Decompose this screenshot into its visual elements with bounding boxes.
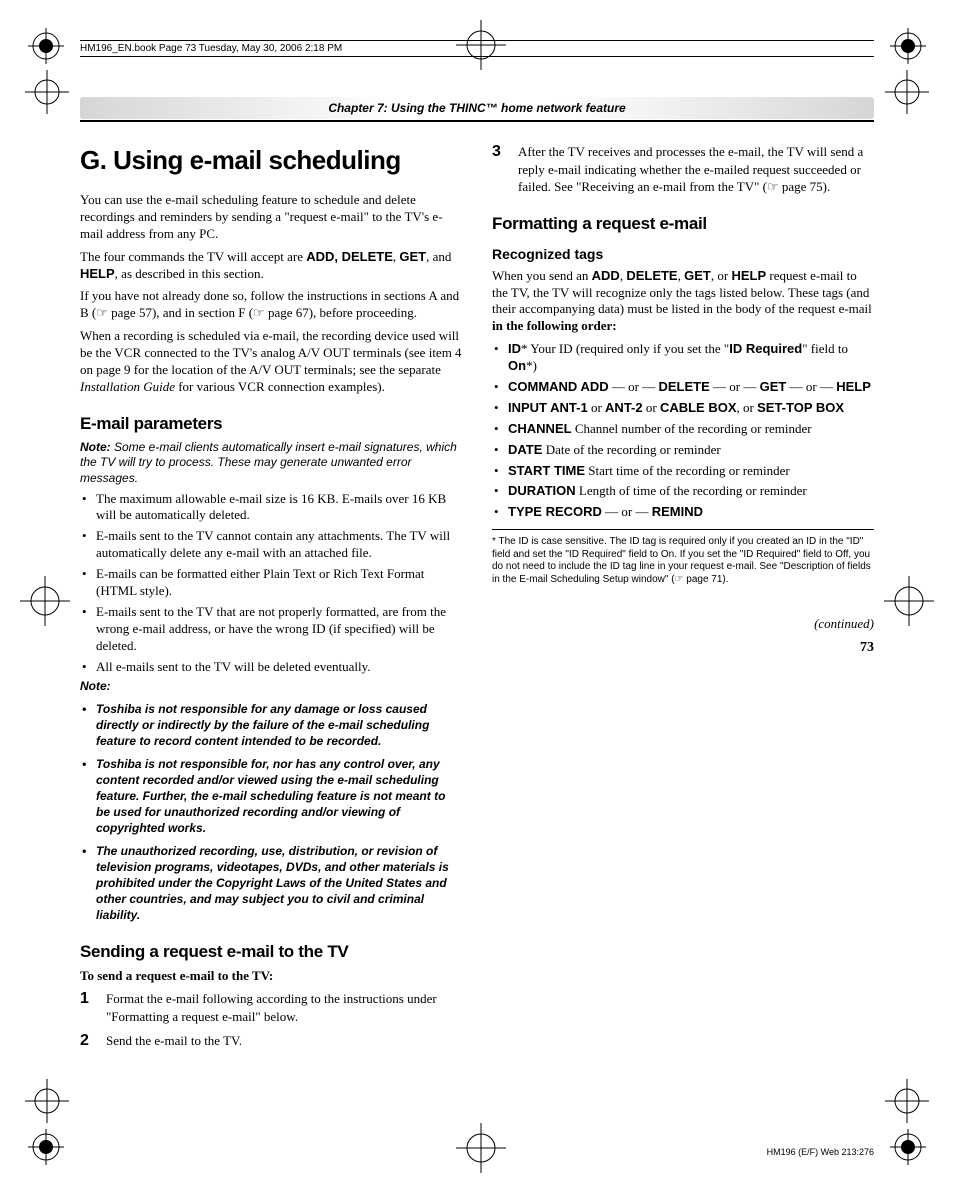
subsection-heading: E-mail parameters (80, 414, 462, 434)
note-label: Note: (80, 679, 462, 695)
step-number: 3 (492, 143, 508, 196)
list-item: COMMAND ADD — or — DELETE — or — GET — o… (492, 379, 874, 396)
crosshair-icon (885, 70, 929, 114)
list-item: ID* Your ID (required only if you set th… (492, 341, 874, 375)
step-number: 1 (80, 990, 96, 1025)
registration-mark-icon (28, 28, 64, 64)
list-item: START TIME Start time of the recording o… (492, 463, 874, 480)
crosshair-icon (884, 576, 934, 626)
list-item: INPUT ANT-1 or ANT-2 or CABLE BOX, or SE… (492, 400, 874, 417)
lead-text: To send a request e-mail to the TV: (80, 968, 462, 985)
footer-text: HM196 (E/F) Web 213:276 (767, 1147, 874, 1157)
body-text: The four commands the TV will accept are… (80, 249, 462, 283)
crosshair-icon (456, 1123, 506, 1173)
chapter-header: Chapter 7: Using the THINC™ home network… (80, 97, 874, 119)
body-text: You can use the e-mail scheduling featur… (80, 192, 462, 243)
step-text: After the TV receives and processes the … (518, 143, 874, 196)
numbered-list: 1 Format the e-mail following according t… (80, 990, 462, 1049)
body-text: When you send an ADD, DELETE, GET, or HE… (492, 268, 874, 336)
bullet-list: The maximum allowable e-mail size is 16 … (80, 491, 462, 676)
step-text: Format the e-mail following according to… (106, 990, 462, 1025)
step-number: 2 (80, 1032, 96, 1050)
left-column: G. Using e-mail scheduling You can use t… (80, 137, 462, 1056)
list-item: DATE Date of the recording or reminder (492, 442, 874, 459)
list-item: E-mails can be formatted either Plain Te… (80, 566, 462, 600)
list-item: The unauthorized recording, use, distrib… (80, 843, 462, 924)
crosshair-icon (25, 70, 69, 114)
registration-mark-icon (890, 1129, 926, 1165)
crosshair-icon (456, 20, 506, 70)
crosshair-icon (20, 576, 70, 626)
footnote-text: * The ID is case sensitive. The ID tag i… (492, 536, 874, 586)
list-item: TYPE RECORD — or — REMIND (492, 504, 874, 521)
list-item: Toshiba is not responsible for any damag… (80, 701, 462, 750)
subsubsection-heading: Recognized tags (492, 246, 874, 262)
list-item: E-mails sent to the TV cannot contain an… (80, 528, 462, 562)
body-text: When a recording is scheduled via e-mail… (80, 328, 462, 396)
tag-list: ID* Your ID (required only if you set th… (492, 341, 874, 521)
list-item: All e-mails sent to the TV will be delet… (80, 659, 462, 676)
list-item: The maximum allowable e-mail size is 16 … (80, 491, 462, 525)
subsection-heading: Formatting a request e-mail (492, 214, 874, 234)
note-text: Note: Some e-mail clients automatically … (80, 440, 462, 487)
list-item: Toshiba is not responsible for, nor has … (80, 756, 462, 837)
step-text: Send the e-mail to the TV. (106, 1032, 462, 1050)
right-column: 3After the TV receives and processes the… (492, 137, 874, 1056)
list-item: CHANNEL Channel number of the recording … (492, 421, 874, 438)
continued-text: (continued) (492, 616, 874, 633)
page-number: 73 (492, 639, 874, 657)
registration-mark-icon (28, 1129, 64, 1165)
section-heading: G. Using e-mail scheduling (80, 145, 462, 176)
divider (492, 529, 874, 530)
crosshair-icon (885, 1079, 929, 1123)
crosshair-icon (25, 1079, 69, 1123)
numbered-list: 3After the TV receives and processes the… (492, 143, 874, 196)
list-item: E-mails sent to the TV that are not prop… (80, 604, 462, 655)
subsection-heading: Sending a request e-mail to the TV (80, 942, 462, 962)
body-text: If you have not already done so, follow … (80, 288, 462, 322)
list-item: DURATION Length of time of the recording… (492, 483, 874, 500)
disclaimer-list: Toshiba is not responsible for any damag… (80, 701, 462, 923)
registration-mark-icon (890, 28, 926, 64)
